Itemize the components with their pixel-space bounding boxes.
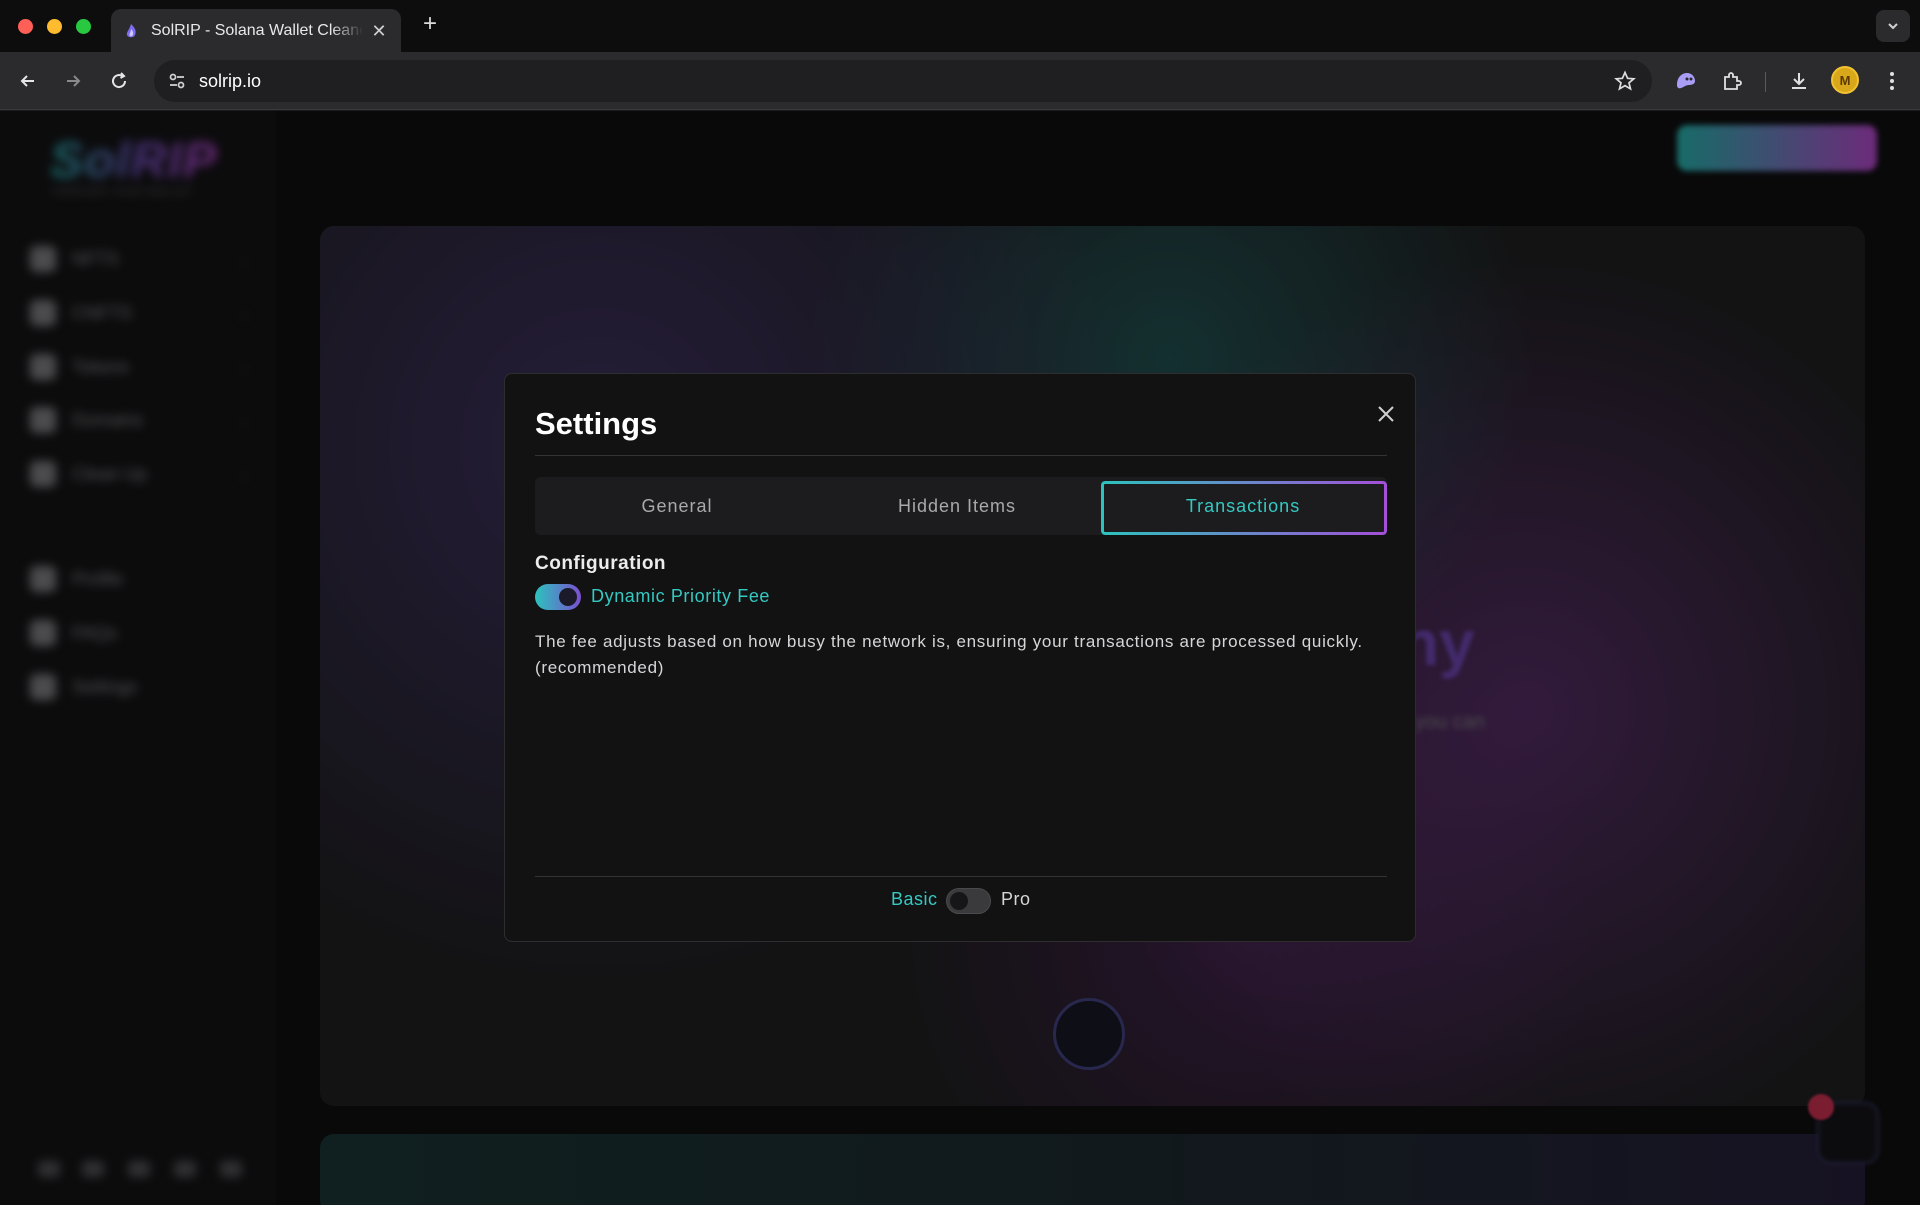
profile-avatar[interactable]: M bbox=[1831, 66, 1859, 94]
bookmark-star-icon[interactable] bbox=[1614, 70, 1636, 92]
url-text: solrip.io bbox=[199, 71, 262, 91]
forward-button[interactable] bbox=[57, 65, 89, 97]
close-modal-button[interactable] bbox=[1371, 399, 1401, 429]
tab-transactions[interactable]: Transactions bbox=[1101, 477, 1385, 535]
browser-tab[interactable]: SolRIP - Solana Wallet Cleaner ✕ bbox=[111, 9, 401, 52]
toggle-knob bbox=[950, 892, 968, 910]
toggle-knob bbox=[559, 588, 577, 606]
dynamic-priority-fee-toggle[interactable] bbox=[535, 584, 581, 610]
back-button[interactable] bbox=[12, 65, 44, 97]
address-bar[interactable]: solrip.io bbox=[154, 60, 1652, 102]
modal-title: Settings bbox=[535, 406, 658, 441]
reload-button[interactable] bbox=[103, 65, 135, 97]
close-icon bbox=[1378, 406, 1394, 422]
solrip-favicon-icon bbox=[126, 23, 136, 37]
settings-modal: Settings General Hidden Items Transactio… bbox=[504, 373, 1416, 942]
title-divider bbox=[535, 455, 1387, 456]
extensions-puzzle-icon[interactable] bbox=[1716, 65, 1748, 97]
tab-search-button[interactable] bbox=[1876, 10, 1910, 42]
fee-description: The fee adjusts based on how busy the ne… bbox=[535, 632, 1363, 677]
browser-tab-bar: SolRIP - Solana Wallet Cleaner ✕ + bbox=[0, 0, 1920, 52]
pro-mode-label[interactable]: Pro bbox=[1001, 889, 1031, 910]
minimize-window-button[interactable] bbox=[47, 19, 62, 34]
more-menu-icon[interactable] bbox=[1876, 65, 1908, 97]
basic-mode-label[interactable]: Basic bbox=[891, 889, 938, 910]
downloads-icon[interactable] bbox=[1783, 65, 1815, 97]
tab-title: SolRIP - Solana Wallet Cleaner bbox=[151, 21, 363, 39]
chevron-down-icon bbox=[1888, 23, 1898, 30]
close-window-button[interactable] bbox=[18, 19, 33, 34]
arrow-left-icon bbox=[20, 75, 34, 87]
arrow-right-icon bbox=[67, 75, 81, 87]
new-tab-button[interactable]: + bbox=[418, 12, 442, 36]
tab-general[interactable]: General bbox=[535, 477, 819, 535]
maximize-window-button[interactable] bbox=[76, 19, 91, 34]
dynamic-priority-fee-label[interactable]: Dynamic Priority Fee bbox=[591, 586, 770, 607]
footer-divider bbox=[535, 876, 1387, 877]
phantom-extension-icon[interactable] bbox=[1670, 65, 1702, 97]
reload-icon bbox=[112, 72, 127, 89]
basic-pro-toggle[interactable] bbox=[946, 888, 991, 914]
tab-hidden-items[interactable]: Hidden Items bbox=[815, 477, 1099, 535]
site-settings-icon[interactable] bbox=[166, 70, 188, 92]
browser-toolbar: solrip.io M bbox=[0, 52, 1920, 110]
tab-close-icon[interactable]: ✕ bbox=[369, 21, 389, 41]
settings-tabs: General Hidden Items Transactions bbox=[535, 477, 1387, 535]
toolbar-divider bbox=[1765, 72, 1766, 92]
section-title: Configuration bbox=[535, 553, 667, 574]
